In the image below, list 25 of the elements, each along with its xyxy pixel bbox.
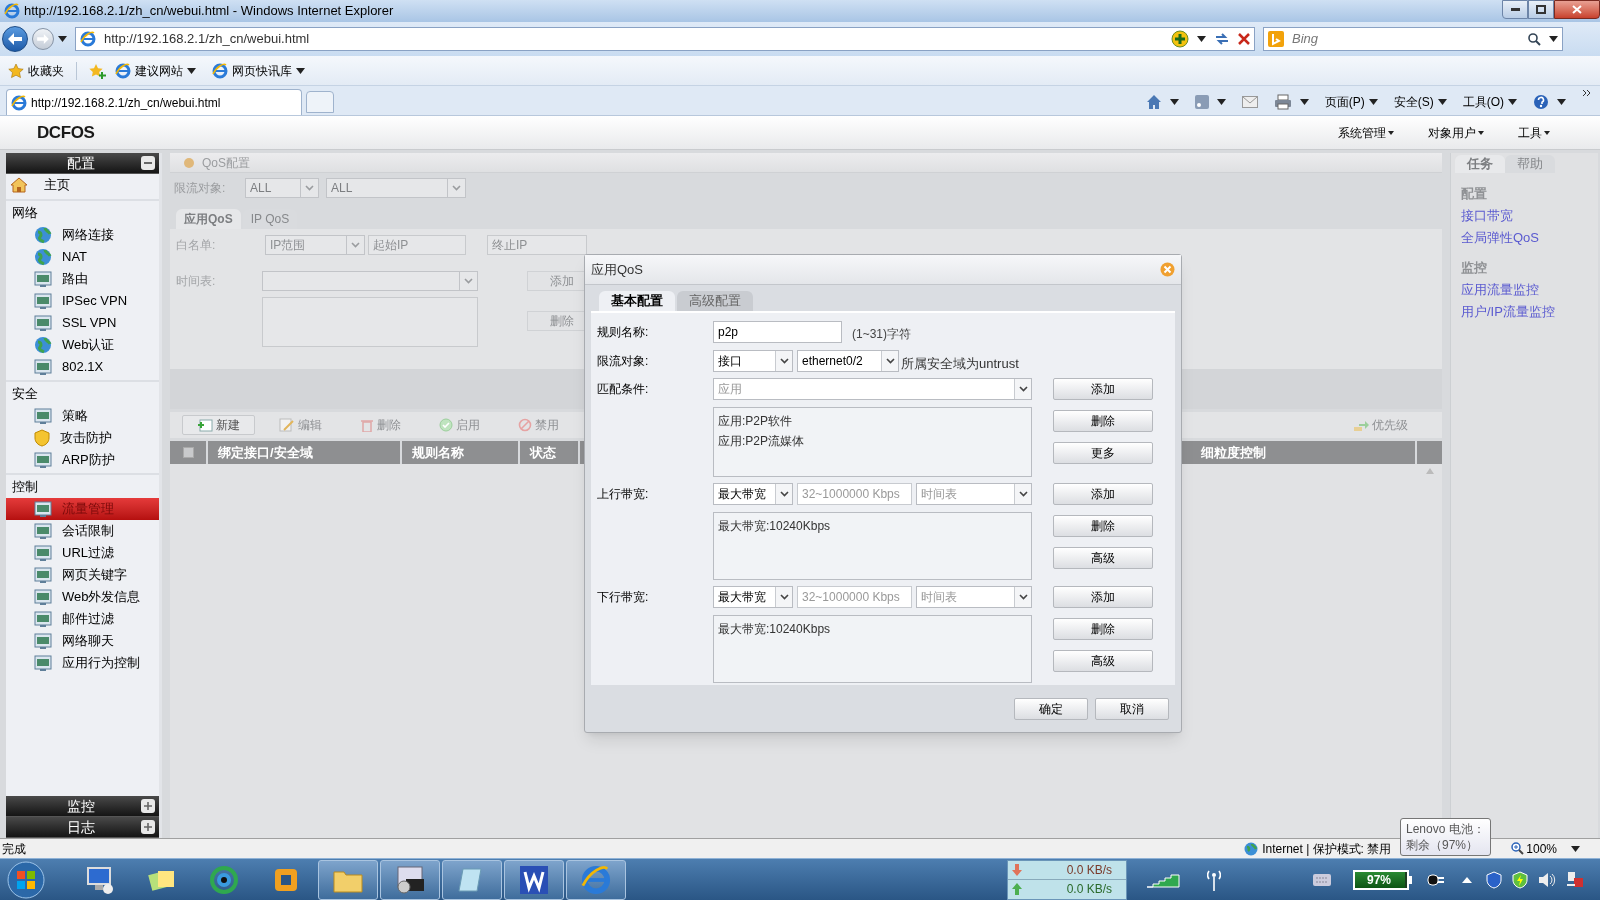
tooltip-text: 剩余（97%） xyxy=(1406,837,1480,853)
page-title: QoS配置 xyxy=(202,154,250,172)
field-label: 白名单: xyxy=(176,237,217,254)
section-heading: 网络 xyxy=(11,204,39,222)
status-text: 完成 xyxy=(2,840,26,858)
zone-text: Internet | 保护模式: 禁用 xyxy=(1262,840,1392,858)
section-heading: 监控 xyxy=(1461,259,1488,277)
window-title: http://192.168.2.1/zh_cn/webui.html - Windows Internet Explorer xyxy=(24,2,394,21)
battery-reading: 97% xyxy=(1367,871,1392,888)
note-text: 所属安全域为untrust xyxy=(901,355,1019,374)
field-label: 匹配条件: xyxy=(597,381,650,398)
speed-text: 0.0 KB/s xyxy=(1065,881,1113,899)
tooltip-text: Lenovo 电池： xyxy=(1406,821,1485,837)
speed-text: 0.0 KB/s xyxy=(1065,861,1113,879)
section-heading: 控制 xyxy=(11,478,39,496)
section-heading: 安全 xyxy=(11,385,39,403)
field-label: 上行带宽: xyxy=(597,486,650,503)
field-label: 限流对象: xyxy=(174,180,227,197)
field-label: 规则名称: xyxy=(597,324,650,341)
field-label: 限流对象: xyxy=(597,353,650,370)
hint-text: (1~31)字符 xyxy=(852,326,912,343)
field-label: 下行带宽: xyxy=(597,589,650,606)
app-logo: DCFOS xyxy=(37,121,95,144)
section-heading: 配置 xyxy=(1461,185,1488,203)
field-label: 时间表: xyxy=(176,273,217,290)
